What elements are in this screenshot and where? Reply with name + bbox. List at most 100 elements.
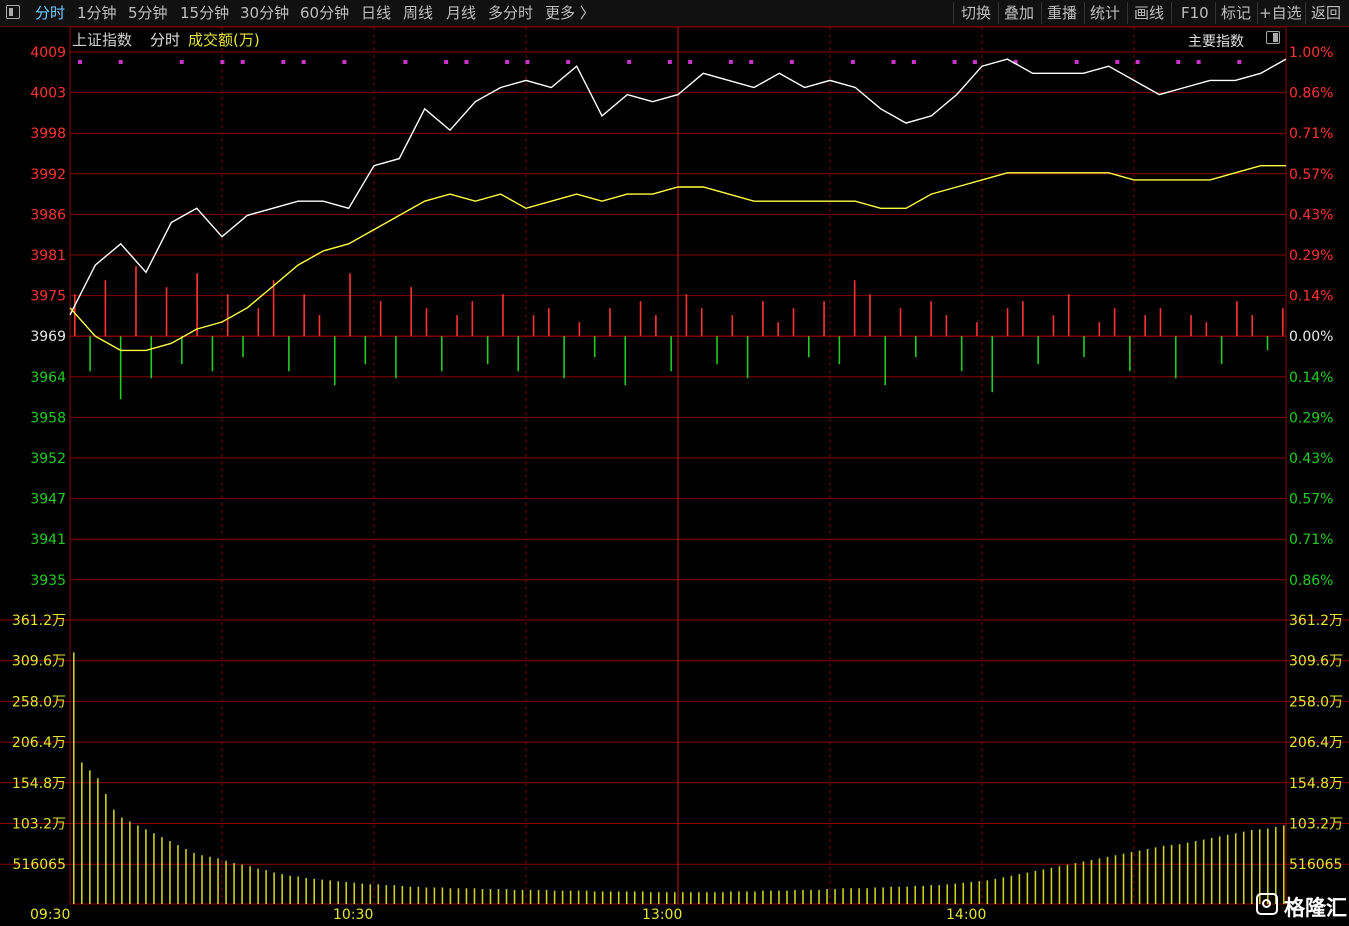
momentum-bar xyxy=(242,336,244,358)
volume-bar xyxy=(353,882,356,904)
volume-bar xyxy=(1114,855,1117,904)
signal-flag xyxy=(566,60,571,64)
volume-legend: 成交额(万) xyxy=(188,31,260,49)
volume-bar xyxy=(497,889,500,904)
momentum-bar xyxy=(609,308,611,337)
signal-flag xyxy=(403,60,408,64)
volume-bar xyxy=(593,891,596,904)
volume-bar xyxy=(1202,839,1205,904)
volume-bar xyxy=(682,892,684,904)
volume-bar xyxy=(121,817,123,904)
signal-flag xyxy=(281,60,286,64)
pct-tick-label: 0.57% xyxy=(1289,167,1333,183)
volume-bar xyxy=(489,889,492,904)
volume-bar xyxy=(986,880,989,904)
volume-bar xyxy=(970,881,973,904)
momentum-bar xyxy=(1205,322,1208,337)
pct-tick-label: 0.86% xyxy=(1289,86,1333,102)
volume-bar xyxy=(834,889,836,904)
signal-flag xyxy=(240,60,245,64)
momentum-bar xyxy=(379,301,382,337)
momentum-bar xyxy=(288,336,290,372)
volume-bar xyxy=(249,866,251,904)
volume-bar xyxy=(914,885,916,904)
momentum-bar xyxy=(731,315,734,337)
momentum-bar xyxy=(624,336,627,386)
volume-bar xyxy=(1138,850,1141,904)
volume-bar xyxy=(746,891,748,904)
volume-bar xyxy=(409,886,412,904)
momentum-bar xyxy=(838,336,841,365)
volume-bar xyxy=(145,829,147,904)
volume-bar xyxy=(569,890,572,904)
volume-bar xyxy=(417,886,420,904)
volume-bar xyxy=(706,892,708,904)
price-tick-label: 3992 xyxy=(30,167,66,183)
momentum-bar xyxy=(593,336,596,358)
signal-flag xyxy=(342,60,347,64)
volume-bar xyxy=(866,888,868,904)
volume-tick-label: 103.2万 xyxy=(12,817,66,833)
momentum-bar xyxy=(471,301,474,337)
volume-bar xyxy=(1170,845,1173,904)
volume-bar xyxy=(1050,867,1053,904)
signal-flag xyxy=(118,60,123,64)
momentum-bar xyxy=(1174,336,1177,379)
volume-bar xyxy=(1194,841,1197,904)
volume-bar xyxy=(714,892,716,904)
signal-flag xyxy=(667,60,672,64)
momentum-bar xyxy=(777,322,779,337)
panel-toggle-icon[interactable] xyxy=(1266,31,1280,44)
signal-flag xyxy=(1176,60,1181,64)
momentum-bar xyxy=(746,336,749,379)
pct-tick-label: 0.29% xyxy=(1289,410,1333,426)
momentum-bar xyxy=(960,336,963,372)
volume-bar xyxy=(1066,864,1069,904)
momentum-bar xyxy=(1098,322,1101,337)
volume-bar xyxy=(1154,847,1157,904)
intraday-chart[interactable]: 4009 1.00% 4003 0.86% 3998 0.71% 3992 0.57% 3986… xyxy=(0,0,1349,926)
signal-flag xyxy=(911,60,916,64)
momentum-bar xyxy=(1067,294,1070,337)
volume-bar xyxy=(962,882,965,904)
volume-bar xyxy=(874,887,876,904)
pct-tick-label: 0.71% xyxy=(1289,126,1333,142)
volume-bar xyxy=(273,872,275,904)
momentum-bar xyxy=(1037,336,1039,365)
volume-bar xyxy=(217,858,219,904)
momentum-bar xyxy=(716,336,718,365)
signal-flag xyxy=(627,60,632,64)
price-tick-label: 3964 xyxy=(30,370,66,386)
momentum-bar xyxy=(440,336,443,372)
signal-flag xyxy=(891,60,896,64)
volume-bar xyxy=(850,888,852,904)
momentum-bar xyxy=(1052,315,1055,337)
signal-flag xyxy=(789,60,794,64)
momentum-bar xyxy=(685,294,688,337)
main-index-button[interactable]: 主要指数 xyxy=(1188,31,1244,51)
pct-tick-label: 0.43% xyxy=(1289,207,1333,223)
volume-bar xyxy=(297,876,299,904)
volume-bar xyxy=(978,881,981,904)
volume-bar xyxy=(770,890,772,904)
momentum-bar xyxy=(517,336,520,372)
signal-flag xyxy=(972,60,977,64)
signal-flag xyxy=(1115,60,1120,64)
volume-bar xyxy=(545,889,548,904)
price-tick-label: 3975 xyxy=(30,289,66,305)
volume-bar xyxy=(529,889,532,904)
volume-bar xyxy=(930,885,933,904)
momentum-bar xyxy=(670,336,672,372)
momentum-bar xyxy=(807,336,810,358)
volume-bar xyxy=(617,891,620,904)
volume-bar xyxy=(1002,877,1005,904)
momentum-bar xyxy=(639,301,642,337)
signal-flag xyxy=(1196,60,1201,64)
momentum-bar xyxy=(257,308,260,337)
volume-bar xyxy=(1234,833,1237,904)
volume-bar xyxy=(329,880,332,904)
volume-bar xyxy=(201,855,203,904)
momentum-bar xyxy=(1251,315,1254,337)
volume-bar xyxy=(1122,853,1125,904)
volume-tick-label: 258.0万 xyxy=(12,694,66,710)
